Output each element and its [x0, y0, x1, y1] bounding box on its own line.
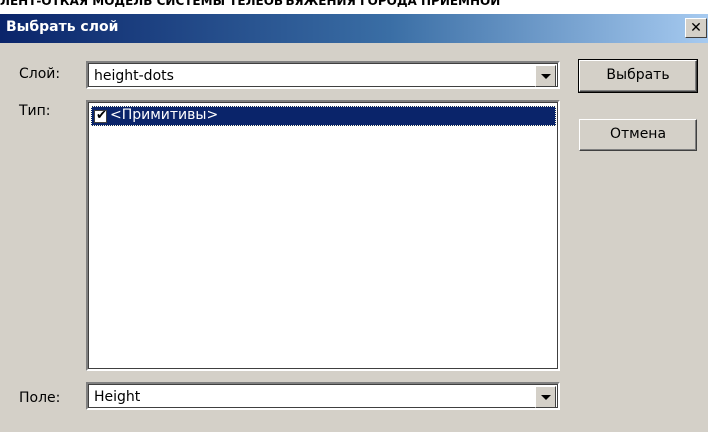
layer-dropdown-button[interactable] — [535, 65, 556, 87]
background-window-strip: ЛЕНТ-ОТКАЯ МОДЕЛЬ СИСТЕМЫ ТЕЛЕОБЪЯЖЕНИЯ … — [0, 0, 708, 14]
cancel-button[interactable]: Отмена — [579, 119, 697, 151]
type-label: Тип: — [19, 103, 51, 119]
background-title-text: ЛЕНТ-ОТКАЯ МОДЕЛЬ СИСТЕМЫ ТЕЛЕОБЪЯЖЕНИЯ … — [0, 0, 501, 8]
checkmark-icon: ✔ — [96, 108, 107, 123]
list-item[interactable]: ✔ <Примитивы> — [91, 106, 556, 126]
chevron-down-icon — [541, 395, 551, 400]
dialog-title: Выбрать слой — [6, 19, 119, 35]
field-label: Поле: — [19, 390, 61, 406]
list-item-label: <Примитивы> — [110, 107, 219, 123]
close-button[interactable]: ✕ — [685, 18, 707, 38]
field-combobox-value: Height — [94, 389, 141, 405]
field-dropdown-button[interactable] — [535, 386, 556, 408]
layer-combobox[interactable]: height-dots — [86, 61, 560, 89]
field-combobox[interactable]: Height — [86, 382, 560, 410]
type-listbox[interactable]: ✔ <Примитивы> — [86, 100, 560, 371]
layer-combobox-value: height-dots — [94, 68, 174, 84]
primitives-checkbox[interactable]: ✔ — [94, 108, 107, 123]
select-button[interactable]: Выбрать — [578, 59, 698, 93]
close-icon: ✕ — [690, 20, 702, 36]
chevron-down-icon — [541, 74, 551, 79]
layer-label: Слой: — [19, 66, 61, 82]
dialog-title-bar[interactable]: Выбрать слой ✕ — [0, 14, 708, 43]
